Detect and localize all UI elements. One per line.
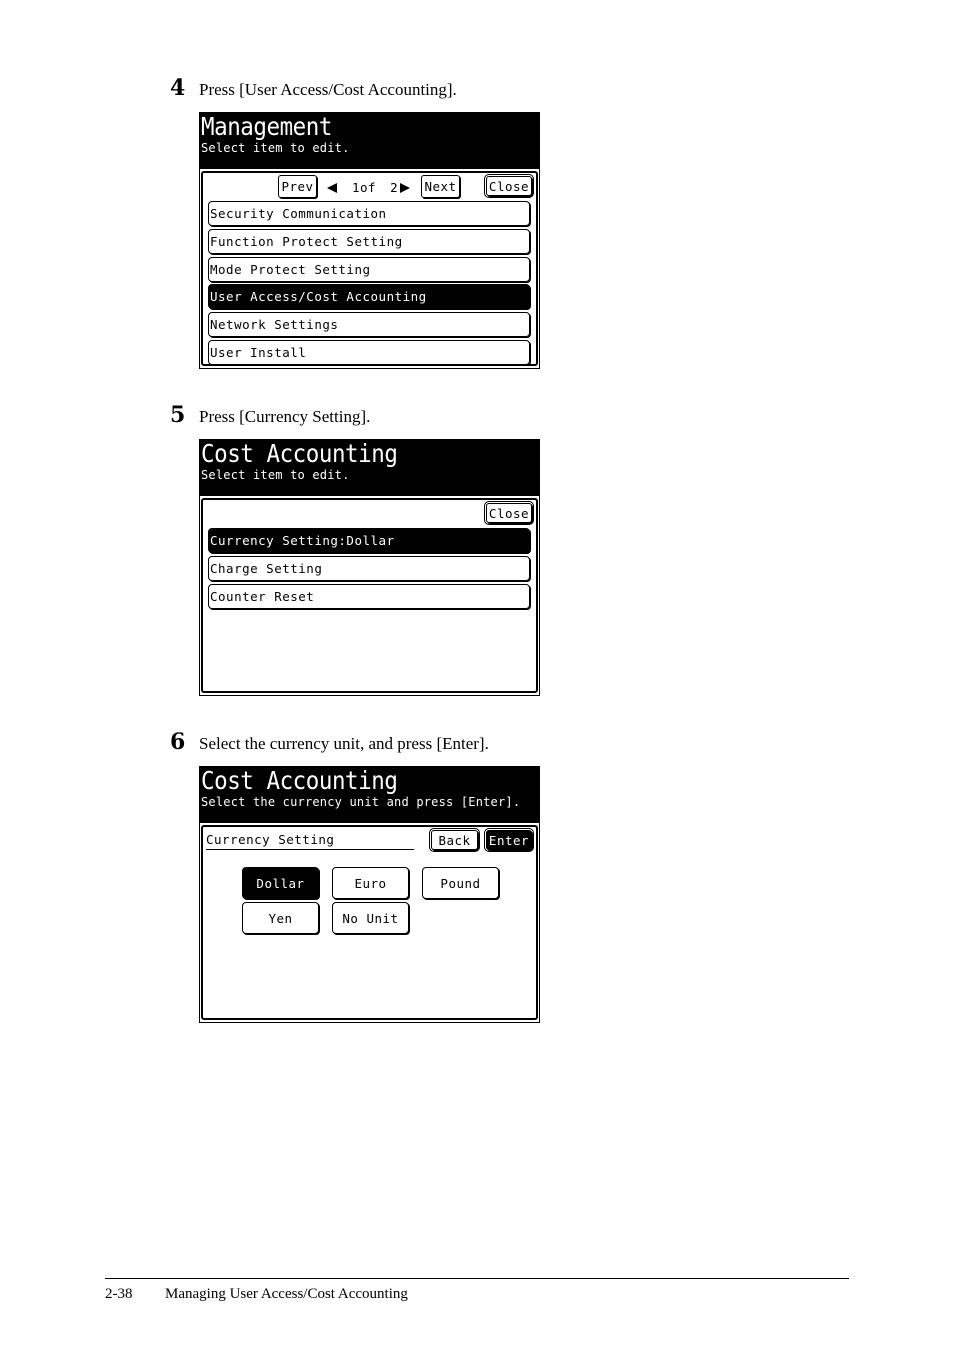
menu-list: Security Communication Function Protect … (203, 201, 536, 369)
menu-item-user-install[interactable]: User Install (208, 339, 530, 365)
section-title: Managing User Access/Cost Accounting (165, 1286, 408, 1302)
screen-body: Currency Setting Back Enter Dollar Euro … (201, 825, 538, 1020)
step-5: 5 Press [Currency Setting]. (170, 402, 370, 428)
option-pound[interactable]: Pound (422, 867, 499, 899)
screen-body: Prev 1of 2 Next Close Security Communica… (201, 171, 538, 366)
menu-item-charge-setting[interactable]: Charge Setting (208, 555, 530, 581)
menu-item-mode-protect-setting[interactable]: Mode Protect Setting (208, 256, 530, 282)
step-instruction: Select the currency unit, and press [Ent… (199, 734, 489, 753)
screen-title: Cost Accounting (201, 439, 398, 468)
page-number: 2-38 (105, 1286, 133, 1302)
step-6: 6 Select the currency unit, and press [E… (170, 729, 489, 755)
page-total: 2 (390, 180, 399, 195)
cost-accounting-screen: Cost Accounting Select item to edit. Clo… (199, 439, 540, 696)
menu-list: Currency Setting:Dollar Charge Setting C… (203, 528, 536, 612)
menu-item-user-access-cost-accounting[interactable]: User Access/Cost Accounting (208, 284, 530, 310)
menu-item-security-communication[interactable]: Security Communication (208, 201, 530, 226)
screen-body: Close Currency Setting:Dollar Charge Set… (201, 498, 538, 693)
step-number: 5 (170, 402, 186, 428)
left-arrow-icon (327, 182, 337, 193)
close-button[interactable]: Close (484, 174, 534, 198)
right-arrow-icon (400, 182, 411, 193)
option-dollar[interactable]: Dollar (242, 867, 319, 899)
page-indicator: 1of 2 (327, 176, 411, 199)
page-footer: 2-38 Managing User Access/Cost Accountin… (105, 1286, 408, 1303)
step-instruction: Press [Currency Setting]. (199, 407, 371, 426)
page-current: 1of (352, 180, 377, 195)
menu-item-currency-setting[interactable]: Currency Setting:Dollar (208, 528, 530, 553)
screen-title: Cost Accounting (201, 766, 398, 795)
screen-subtitle: Select item to edit. (201, 141, 350, 155)
step-instruction: Press [User Access/Cost Accounting]. (199, 80, 457, 99)
field-label: Currency Setting (206, 832, 414, 850)
option-euro[interactable]: Euro (332, 867, 409, 899)
step-4: 4 Press [User Access/Cost Accounting]. (170, 75, 457, 101)
management-screen: Management Select item to edit. Prev 1of… (199, 112, 540, 369)
toolbar: Close (203, 500, 536, 528)
close-button[interactable]: Close (484, 501, 534, 525)
option-no-unit[interactable]: No Unit (332, 902, 409, 934)
footer-divider (105, 1278, 849, 1279)
prev-button[interactable]: Prev (278, 175, 317, 198)
enter-button[interactable]: Enter (484, 828, 534, 852)
screen-header: Cost Accounting Select item to edit. (200, 440, 539, 496)
step-number: 4 (170, 75, 186, 101)
currency-header: Currency Setting Back Enter (203, 827, 536, 854)
option-yen[interactable]: Yen (242, 902, 319, 934)
step-number: 6 (170, 729, 186, 755)
currency-setting-screen: Cost Accounting Select the currency unit… (199, 766, 540, 1023)
screen-header: Cost Accounting Select the currency unit… (200, 767, 539, 823)
next-button[interactable]: Next (421, 175, 460, 198)
menu-item-network-settings[interactable]: Network Settings (208, 312, 530, 338)
back-button[interactable]: Back (429, 828, 480, 852)
menu-item-function-protect-setting[interactable]: Function Protect Setting (208, 228, 530, 254)
pager-toolbar: Prev 1of 2 Next Close (203, 173, 536, 201)
screen-title: Management (201, 112, 332, 141)
screen-subtitle: Select item to edit. (201, 468, 350, 482)
screen-header: Management Select item to edit. (200, 113, 539, 169)
menu-item-counter-reset[interactable]: Counter Reset (208, 583, 530, 609)
screen-subtitle: Select the currency unit and press [Ente… (201, 795, 521, 809)
